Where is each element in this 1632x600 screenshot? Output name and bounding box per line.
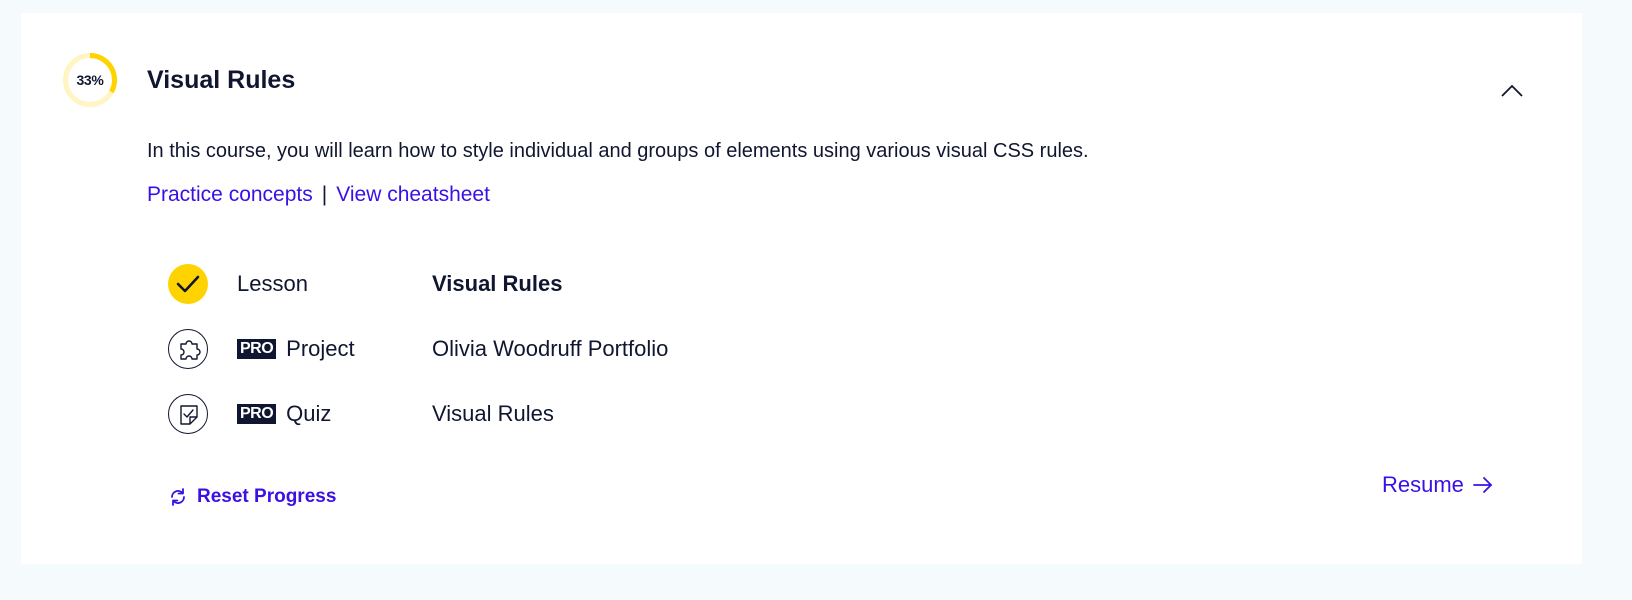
item-type-text: Project xyxy=(286,336,355,361)
completed-status xyxy=(168,264,208,304)
chevron-up-icon xyxy=(1501,84,1523,97)
view-cheatsheet-link[interactable]: View cheatsheet xyxy=(336,183,490,206)
reset-progress-button[interactable]: Reset Progress xyxy=(168,482,336,512)
item-name-label: Olivia Woodruff Portfolio xyxy=(432,336,669,361)
link-separator: | xyxy=(321,183,328,206)
refresh-icon xyxy=(171,488,185,506)
pro-badge: PRO xyxy=(237,404,277,424)
item-type-label: Lesson xyxy=(237,271,308,296)
puzzle-icon xyxy=(180,340,201,360)
course-title: Visual Rules xyxy=(147,66,296,94)
collapse-button[interactable] xyxy=(1496,76,1528,106)
arrow-right-icon xyxy=(1473,477,1492,493)
item-name-label: Visual Rules xyxy=(432,401,554,426)
course-description: In this course, you will learn how to st… xyxy=(147,140,1089,162)
course-card: 33% Visual Rules In this course, you wil… xyxy=(21,13,1582,564)
list-item-quiz[interactable]: PRO Quiz Visual Rules xyxy=(168,394,968,459)
check-icon xyxy=(176,275,200,293)
item-type-label: PRO Project xyxy=(237,335,355,363)
practice-concepts-link[interactable]: Practice concepts xyxy=(147,183,313,206)
course-items-list: Lesson Visual Rules PRO Project Olivia Wo… xyxy=(168,264,968,459)
quiz-icon xyxy=(180,405,198,425)
pro-badge: PRO xyxy=(237,339,277,359)
progress-ring: 33% xyxy=(62,52,118,108)
item-status xyxy=(168,394,208,434)
progress-percent: 33% xyxy=(76,72,104,88)
item-type-text: Quiz xyxy=(286,401,332,426)
course-links: Practice concepts | View cheatsheet xyxy=(147,181,490,209)
reset-progress-label: Reset Progress xyxy=(197,486,337,507)
item-name-label: Visual Rules xyxy=(432,271,563,296)
item-status xyxy=(168,329,208,369)
list-item-project[interactable]: PRO Project Olivia Woodruff Portfolio xyxy=(168,329,968,394)
resume-link[interactable]: Resume xyxy=(1382,471,1494,499)
list-item-lesson[interactable]: Lesson Visual Rules xyxy=(168,264,968,329)
resume-label: Resume xyxy=(1382,472,1464,497)
item-type-label: PRO Quiz xyxy=(237,400,331,428)
